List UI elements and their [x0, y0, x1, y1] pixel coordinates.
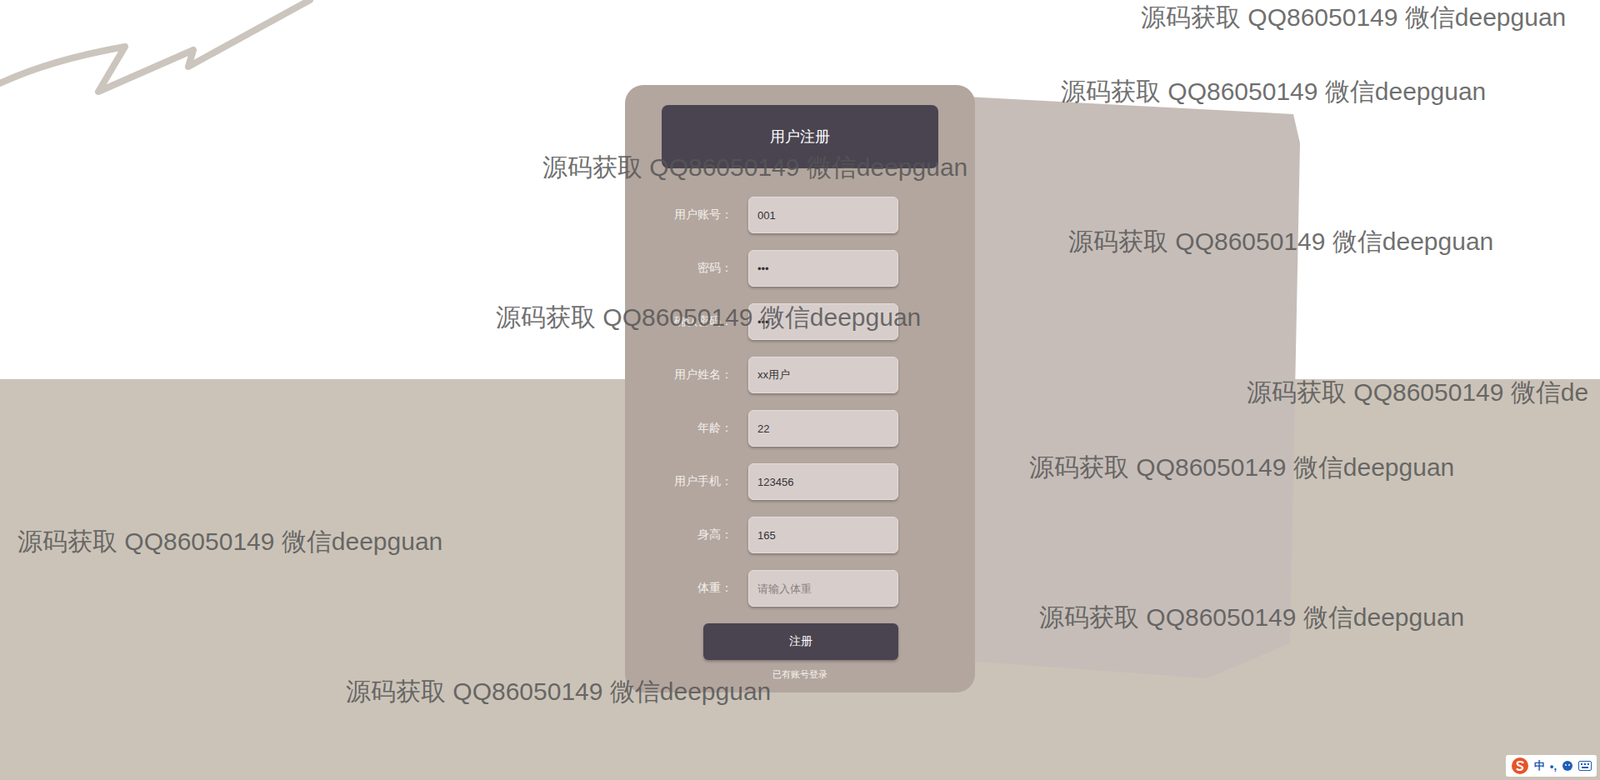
ime-mode[interactable]: 中 — [1534, 758, 1545, 774]
watermark: 源码获取 QQ86050149 微信deepguan — [1039, 602, 1465, 633]
watermark: 源码获取 QQ86050149 微信deepguan — [345, 676, 771, 707]
form-row: 用户手机： — [661, 463, 899, 500]
field-input[interactable] — [748, 570, 899, 607]
watermark: 源码获取 QQ86050149 微信deepguan — [1068, 226, 1494, 257]
field-input[interactable] — [748, 356, 899, 394]
field-label: 身高： — [661, 527, 733, 543]
ime-punct[interactable]: •, — [1550, 760, 1557, 773]
field-label: 体重： — [661, 580, 733, 596]
button-row: 注册 — [661, 623, 899, 660]
field-input[interactable] — [748, 196, 899, 234]
field-label: 年龄： — [661, 420, 733, 436]
keyboard-icon[interactable] — [1578, 760, 1592, 771]
register-page: 用户注册用户账号：密码：确认密码：用户姓名：年龄：用户手机：身高：体重：注册已有… — [0, 0, 1600, 780]
watermark: 源码获取 QQ86050149 微信deepguan — [1029, 452, 1455, 483]
card-title: 用户注册 — [770, 126, 830, 147]
sogou-logo-icon[interactable] — [1510, 756, 1530, 775]
form-row: 密码： — [661, 250, 899, 287]
field-label: 用户手机： — [661, 474, 733, 490]
watermark: 源码获取 QQ86050149 微信deepguan — [495, 302, 921, 333]
form-row: 年龄： — [661, 410, 899, 447]
emoji-icon[interactable] — [1561, 760, 1574, 772]
field-label: 用户账号： — [661, 207, 733, 223]
field-label: 密码： — [661, 260, 733, 276]
watermark: 源码获取 QQ86050149 微信de — [1246, 377, 1589, 408]
field-input[interactable] — [748, 463, 899, 500]
field-input[interactable] — [748, 516, 899, 554]
form-row: 用户姓名： — [661, 356, 899, 394]
register-form: 用户账号：密码：确认密码：用户姓名：年龄：用户手机：身高：体重：注册 — [661, 196, 899, 660]
scribble-icon — [0, 0, 317, 100]
form-row: 身高： — [661, 516, 899, 554]
watermark: 源码获取 QQ86050149 微信deepguan — [1060, 76, 1486, 107]
form-row: 体重： — [661, 570, 899, 607]
watermark: 源码获取 QQ86050149 微信deepguan — [1140, 2, 1566, 33]
ime-toolbar: 中 •, — [1505, 755, 1597, 777]
field-input[interactable] — [748, 250, 899, 287]
form-row: 用户账号： — [661, 196, 899, 234]
field-input[interactable] — [748, 410, 899, 447]
watermark: 源码获取 QQ86050149 微信deepguan — [17, 526, 443, 557]
register-button[interactable]: 注册 — [703, 623, 899, 660]
watermark: 源码获取 QQ86050149 微信deepguan — [542, 152, 968, 183]
field-label: 用户姓名： — [661, 367, 733, 383]
